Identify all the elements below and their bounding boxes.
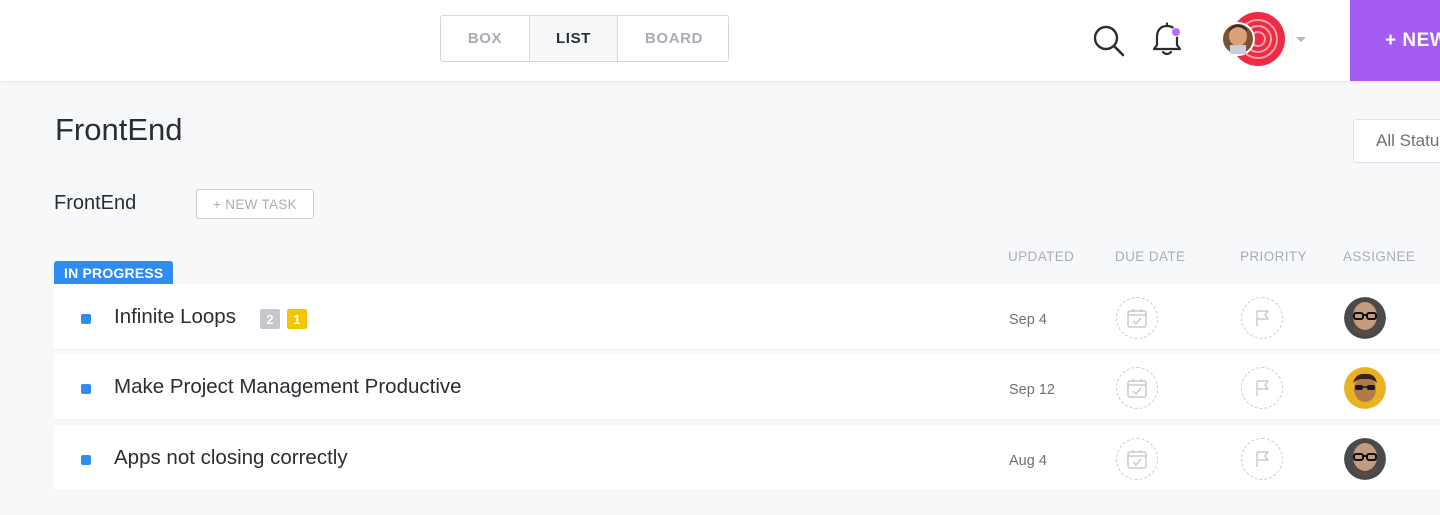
task-row[interactable]: Apps not closing correctly Aug 4 [54, 425, 1440, 491]
status-group-badge: IN PROGRESS [54, 261, 174, 284]
task-title[interactable]: Apps not closing correctly [114, 446, 348, 470]
tab-box[interactable]: BOX [441, 16, 530, 61]
tab-board[interactable]: BOARD [618, 16, 728, 61]
priority-flag-icon[interactable] [1241, 367, 1283, 409]
due-date-calendar-icon[interactable] [1116, 297, 1158, 339]
status-filter-dropdown[interactable]: All Statuses [1353, 119, 1440, 163]
chevron-down-icon[interactable] [1296, 37, 1306, 42]
comment-count-badge[interactable]: 1 [287, 309, 307, 329]
new-button[interactable]: + NEW [1350, 0, 1440, 81]
task-title[interactable]: Infinite Loops [114, 305, 236, 329]
subtask-count-badge[interactable]: 2 [260, 309, 280, 329]
assignee-avatar[interactable] [1344, 367, 1386, 409]
column-header-priority[interactable]: PRIORITY [1240, 249, 1307, 264]
notification-dot [1171, 27, 1181, 37]
status-bullet-icon[interactable] [81, 455, 91, 465]
column-header-updated[interactable]: UPDATED [1008, 249, 1074, 264]
view-switcher: BOX LIST BOARD [440, 15, 729, 62]
tab-list[interactable]: LIST [530, 16, 618, 61]
list-name[interactable]: FrontEnd [54, 192, 136, 215]
updated-date: Sep 4 [1009, 312, 1047, 328]
updated-date: Aug 4 [1009, 453, 1047, 469]
task-row[interactable]: Make Project Management Productive Sep 1… [54, 354, 1440, 420]
column-header-due-date[interactable]: DUE DATE [1115, 249, 1185, 264]
top-bar: BOX LIST BOARD + NEW [0, 0, 1440, 82]
search-icon[interactable] [1092, 24, 1126, 58]
assignee-avatar[interactable] [1344, 297, 1386, 339]
priority-flag-icon[interactable] [1241, 438, 1283, 480]
priority-flag-icon[interactable] [1241, 297, 1283, 339]
profile-avatar[interactable] [1220, 12, 1308, 68]
task-title[interactable]: Make Project Management Productive [114, 375, 462, 399]
task-row[interactable]: Infinite Loops 2 1 Sep 4 [54, 284, 1440, 350]
status-bullet-icon[interactable] [81, 314, 91, 324]
assignee-avatar[interactable] [1344, 438, 1386, 480]
due-date-calendar-icon[interactable] [1116, 438, 1158, 480]
due-date-calendar-icon[interactable] [1116, 367, 1158, 409]
column-header-assignee[interactable]: ASSIGNEE [1343, 249, 1415, 264]
updated-date: Sep 12 [1009, 382, 1055, 398]
page-title: FrontEnd [55, 112, 183, 147]
status-bullet-icon[interactable] [81, 384, 91, 394]
new-task-button[interactable]: + NEW TASK [196, 189, 314, 219]
